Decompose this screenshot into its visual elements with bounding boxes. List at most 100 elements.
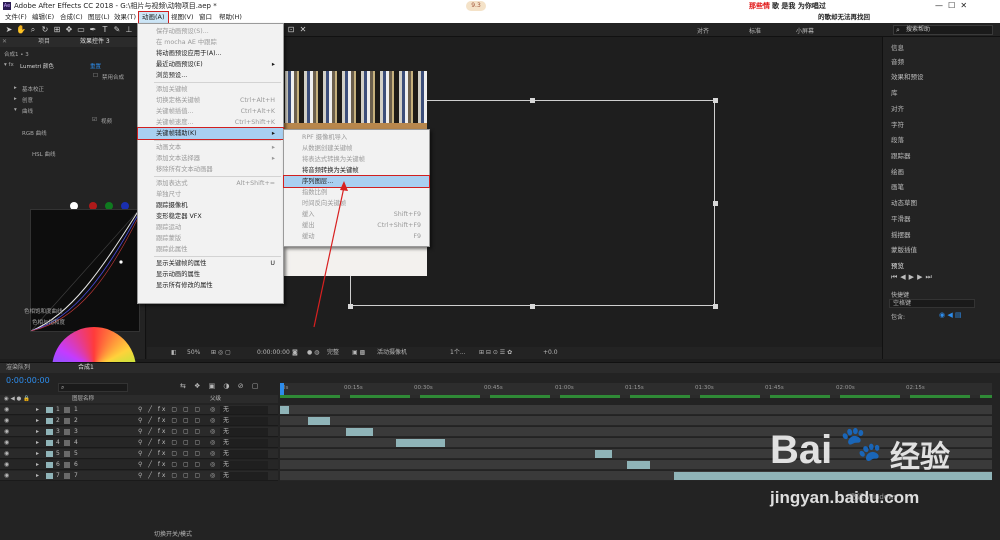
layer-duration-bar[interactable]: [345, 428, 373, 436]
panel-effects-presets[interactable]: 效果和预设: [891, 71, 924, 81]
keyframe-submenu-item[interactable]: 将表达式转换为关键帧: [284, 154, 429, 165]
section-creative-toggle[interactable]: ▸: [14, 96, 17, 102]
snap-options-icon[interactable]: ✕: [298, 25, 308, 35]
section-curves[interactable]: 曲线: [22, 107, 33, 115]
pen-tool-icon[interactable]: ✒: [88, 25, 98, 35]
pan-behind-tool-icon[interactable]: ✥: [64, 25, 74, 35]
resolution[interactable]: 完整: [327, 347, 339, 359]
section-basic-toggle[interactable]: ▸: [14, 85, 17, 91]
animation-menu-item[interactable]: 跟踪蒙版: [138, 233, 283, 244]
parent-dropdown[interactable]: 无: [220, 428, 268, 436]
panel-library[interactable]: 库: [891, 87, 898, 97]
layer-visibility-icon[interactable]: ◉: [4, 449, 9, 459]
reset-link[interactable]: 重置: [90, 62, 101, 70]
animation-menu-item[interactable]: 关键帧速度... Ctrl+Shift+K: [138, 117, 283, 128]
animation-menu-item[interactable]: 跟踪运动: [138, 222, 283, 233]
panel-preview[interactable]: 预览: [891, 260, 904, 270]
toggle-switches-modes[interactable]: 切换开关/模式: [154, 529, 192, 538]
layer-label-color[interactable]: [46, 418, 53, 424]
parent-pick-whip-icon[interactable]: ◎: [210, 438, 215, 448]
zoom-tool-icon[interactable]: ⌕: [28, 25, 38, 35]
animation-menu-item[interactable]: 显示动画的属性: [138, 269, 283, 280]
animation-menu-item[interactable]: 浏览预设...: [138, 70, 283, 81]
animation-menu-item[interactable]: 关键帧插值... Ctrl+Alt+K: [138, 106, 283, 117]
animation-menu-item[interactable]: 跟踪摄像机: [138, 200, 283, 211]
menu-file[interactable]: 文件(F): [2, 12, 30, 23]
region-icon[interactable]: ▣ ▩: [352, 347, 365, 359]
time-ruler[interactable]: 0s 00:15s 00:30s 00:45s 01:00s 01:15s 01…: [280, 383, 992, 395]
tab-project[interactable]: 项目: [38, 37, 50, 47]
layer-visibility-icon[interactable]: ◉: [4, 405, 9, 415]
layer-label-color[interactable]: [46, 462, 53, 468]
layer-duration-bar[interactable]: [280, 406, 289, 414]
layer-expand-icon[interactable]: ▸: [36, 438, 39, 448]
fx-toggle-icon[interactable]: ▾ fx: [4, 62, 14, 68]
exposure-value[interactable]: +0.0: [543, 347, 558, 359]
section-curves-toggle[interactable]: ▾: [14, 107, 17, 113]
animation-menu-item[interactable]: 最近动画预设(E) ▸: [138, 59, 283, 70]
layer-name[interactable]: 7: [74, 471, 78, 481]
layer-row[interactable]: ◉ ▸ 6 6 ⚲ ╱ fx ▢ ▢ ▢ ◎ 无: [0, 460, 278, 470]
layer-expand-icon[interactable]: ▸: [36, 471, 39, 481]
video-checkbox[interactable]: ☑: [92, 117, 97, 123]
snapping-icon[interactable]: ⊡: [286, 25, 296, 35]
menu-help[interactable]: 帮助(H): [216, 12, 245, 23]
hand-tool-icon[interactable]: ✋: [16, 25, 26, 35]
panel-align[interactable]: 对齐: [891, 103, 904, 113]
layer-duration-bar[interactable]: [396, 439, 446, 447]
layer-expand-icon[interactable]: ▸: [36, 405, 39, 415]
animation-menu-item[interactable]: 移除所有文本动画器: [138, 164, 283, 175]
workspace-tab-align[interactable]: 对齐: [697, 26, 709, 35]
view-layout[interactable]: 1个...: [450, 347, 466, 359]
layer-visibility-icon[interactable]: ◉: [4, 460, 9, 470]
panel-paragraph[interactable]: 段落: [891, 134, 904, 144]
animation-menu-item[interactable]: 关键帧辅助(K) ▸: [137, 127, 284, 140]
layer-visibility-icon[interactable]: ◉: [4, 438, 9, 448]
include-toggles[interactable]: ◉ ◀ ▤: [939, 311, 962, 319]
tab-render-queue[interactable]: 渲染队列: [6, 363, 30, 373]
panel-character[interactable]: 字符: [891, 119, 904, 129]
panel-audio[interactable]: 音频: [891, 56, 904, 66]
viewer-settings-icon[interactable]: ◧: [171, 347, 177, 359]
parent-pick-whip-icon[interactable]: ◎: [210, 427, 215, 437]
layer-expand-icon[interactable]: ▸: [36, 416, 39, 426]
menu-edit[interactable]: 编辑(E): [29, 12, 57, 23]
layer-name[interactable]: 2: [74, 416, 78, 426]
layer-row[interactable]: ◉ ▸ 5 5 ⚲ ╱ fx ▢ ▢ ▢ ◎ 无: [0, 449, 278, 459]
tab-comp1[interactable]: 合成1: [78, 363, 94, 373]
rectangle-tool-icon[interactable]: ▭: [76, 25, 86, 35]
layer-visibility-icon[interactable]: ◉: [4, 427, 9, 437]
layer-switches[interactable]: ⚲ ╱ fx ▢ ▢ ▢: [138, 427, 202, 437]
layer-duration-bar[interactable]: [594, 450, 612, 458]
layer-visibility-icon[interactable]: ◉: [4, 471, 9, 481]
animation-menu-item[interactable]: 显示所有修改的属性: [138, 280, 283, 291]
panel-motion-sketch[interactable]: 动态草图: [891, 197, 917, 207]
disable-comp-checkbox[interactable]: ☐: [93, 73, 98, 79]
parent-pick-whip-icon[interactable]: ◎: [210, 416, 215, 426]
playback-controls[interactable]: ⏮◀▶▶⏭: [891, 273, 935, 282]
selection-tool-icon[interactable]: ➤: [4, 25, 14, 35]
parent-dropdown[interactable]: 无: [220, 472, 268, 480]
layer-label-color[interactable]: [46, 440, 53, 446]
layer-name[interactable]: 5: [74, 449, 78, 459]
parent-pick-whip-icon[interactable]: ◎: [210, 449, 215, 459]
animation-menu-item[interactable]: 显示关键帧的属性 U: [138, 258, 283, 269]
menu-composition[interactable]: 合成(C): [57, 12, 86, 23]
animation-menu-item[interactable]: 将动画预设应用于(A)...: [138, 48, 283, 59]
menu-layer[interactable]: 图层(L): [85, 12, 113, 23]
layer-label-color[interactable]: [46, 473, 53, 479]
layer-expand-icon[interactable]: ▸: [36, 460, 39, 470]
grid-icon[interactable]: ⊞ ◎ ▢: [211, 347, 231, 359]
workspace-tab-standard[interactable]: 标准: [749, 26, 761, 35]
animation-menu-item[interactable]: 添加文本选择器 ▸: [138, 153, 283, 164]
panel-mask-interpolation[interactable]: 蒙版插值: [891, 244, 917, 254]
camera-tool-icon[interactable]: ⊞: [52, 25, 62, 35]
help-search-box[interactable]: ⌕ 搜索帮助: [893, 25, 993, 35]
layer-row[interactable]: ◉ ▸ 1 1 ⚲ ╱ fx ▢ ▢ ▢ ◎ 无: [0, 405, 278, 415]
layer-expand-icon[interactable]: ▸: [36, 449, 39, 459]
frame-handle[interactable]: [713, 98, 718, 103]
layer-row[interactable]: ◉ ▸ 3 3 ⚲ ╱ fx ▢ ▢ ▢ ◎ 无: [0, 427, 278, 437]
current-time[interactable]: 0:00:00:00: [257, 347, 290, 359]
panel-close-icon[interactable]: ✕: [2, 37, 7, 47]
snapshot-icon[interactable]: ◙: [292, 347, 298, 359]
